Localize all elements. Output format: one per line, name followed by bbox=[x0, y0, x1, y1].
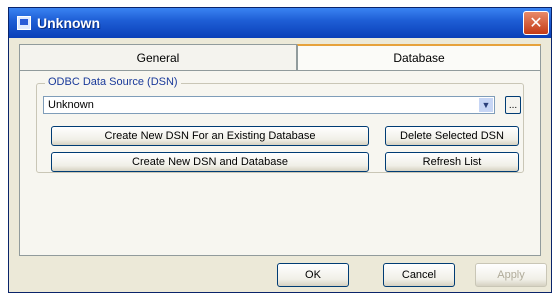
database-panel: ODBC Data Source (DSN) Unknown ▼ ... Cre… bbox=[19, 70, 541, 256]
tab-general[interactable]: General bbox=[19, 44, 297, 70]
create-dsn-and-db-button[interactable]: Create New DSN and Database bbox=[51, 152, 369, 172]
odbc-groupbox: ODBC Data Source (DSN) Unknown ▼ ... Cre… bbox=[36, 76, 524, 173]
delete-selected-dsn-button[interactable]: Delete Selected DSN bbox=[385, 126, 519, 146]
app-icon bbox=[17, 16, 31, 30]
close-button[interactable]: ✕ bbox=[523, 11, 549, 35]
chevron-down-icon[interactable]: ▼ bbox=[479, 98, 493, 112]
create-dsn-existing-db-button[interactable]: Create New DSN For an Existing Database bbox=[51, 126, 369, 146]
dialog-window: Unknown ✕ General Database ODBC Data Sou… bbox=[8, 7, 552, 293]
odbc-group-label: ODBC Data Source (DSN) bbox=[45, 76, 181, 88]
dsn-dropdown[interactable]: Unknown ▼ bbox=[43, 96, 495, 114]
browse-button[interactable]: ... bbox=[505, 96, 521, 114]
cancel-button[interactable]: Cancel bbox=[383, 263, 455, 287]
dsn-selected-value: Unknown bbox=[48, 99, 94, 111]
apply-button[interactable]: Apply bbox=[475, 263, 547, 287]
refresh-list-button[interactable]: Refresh List bbox=[385, 152, 519, 172]
title-bar[interactable]: Unknown ✕ bbox=[9, 8, 551, 38]
tab-database[interactable]: Database bbox=[297, 44, 541, 70]
window-title: Unknown bbox=[37, 15, 100, 31]
ok-button[interactable]: OK bbox=[277, 263, 349, 287]
tab-strip: General Database bbox=[19, 44, 541, 70]
close-icon: ✕ bbox=[529, 15, 543, 32]
